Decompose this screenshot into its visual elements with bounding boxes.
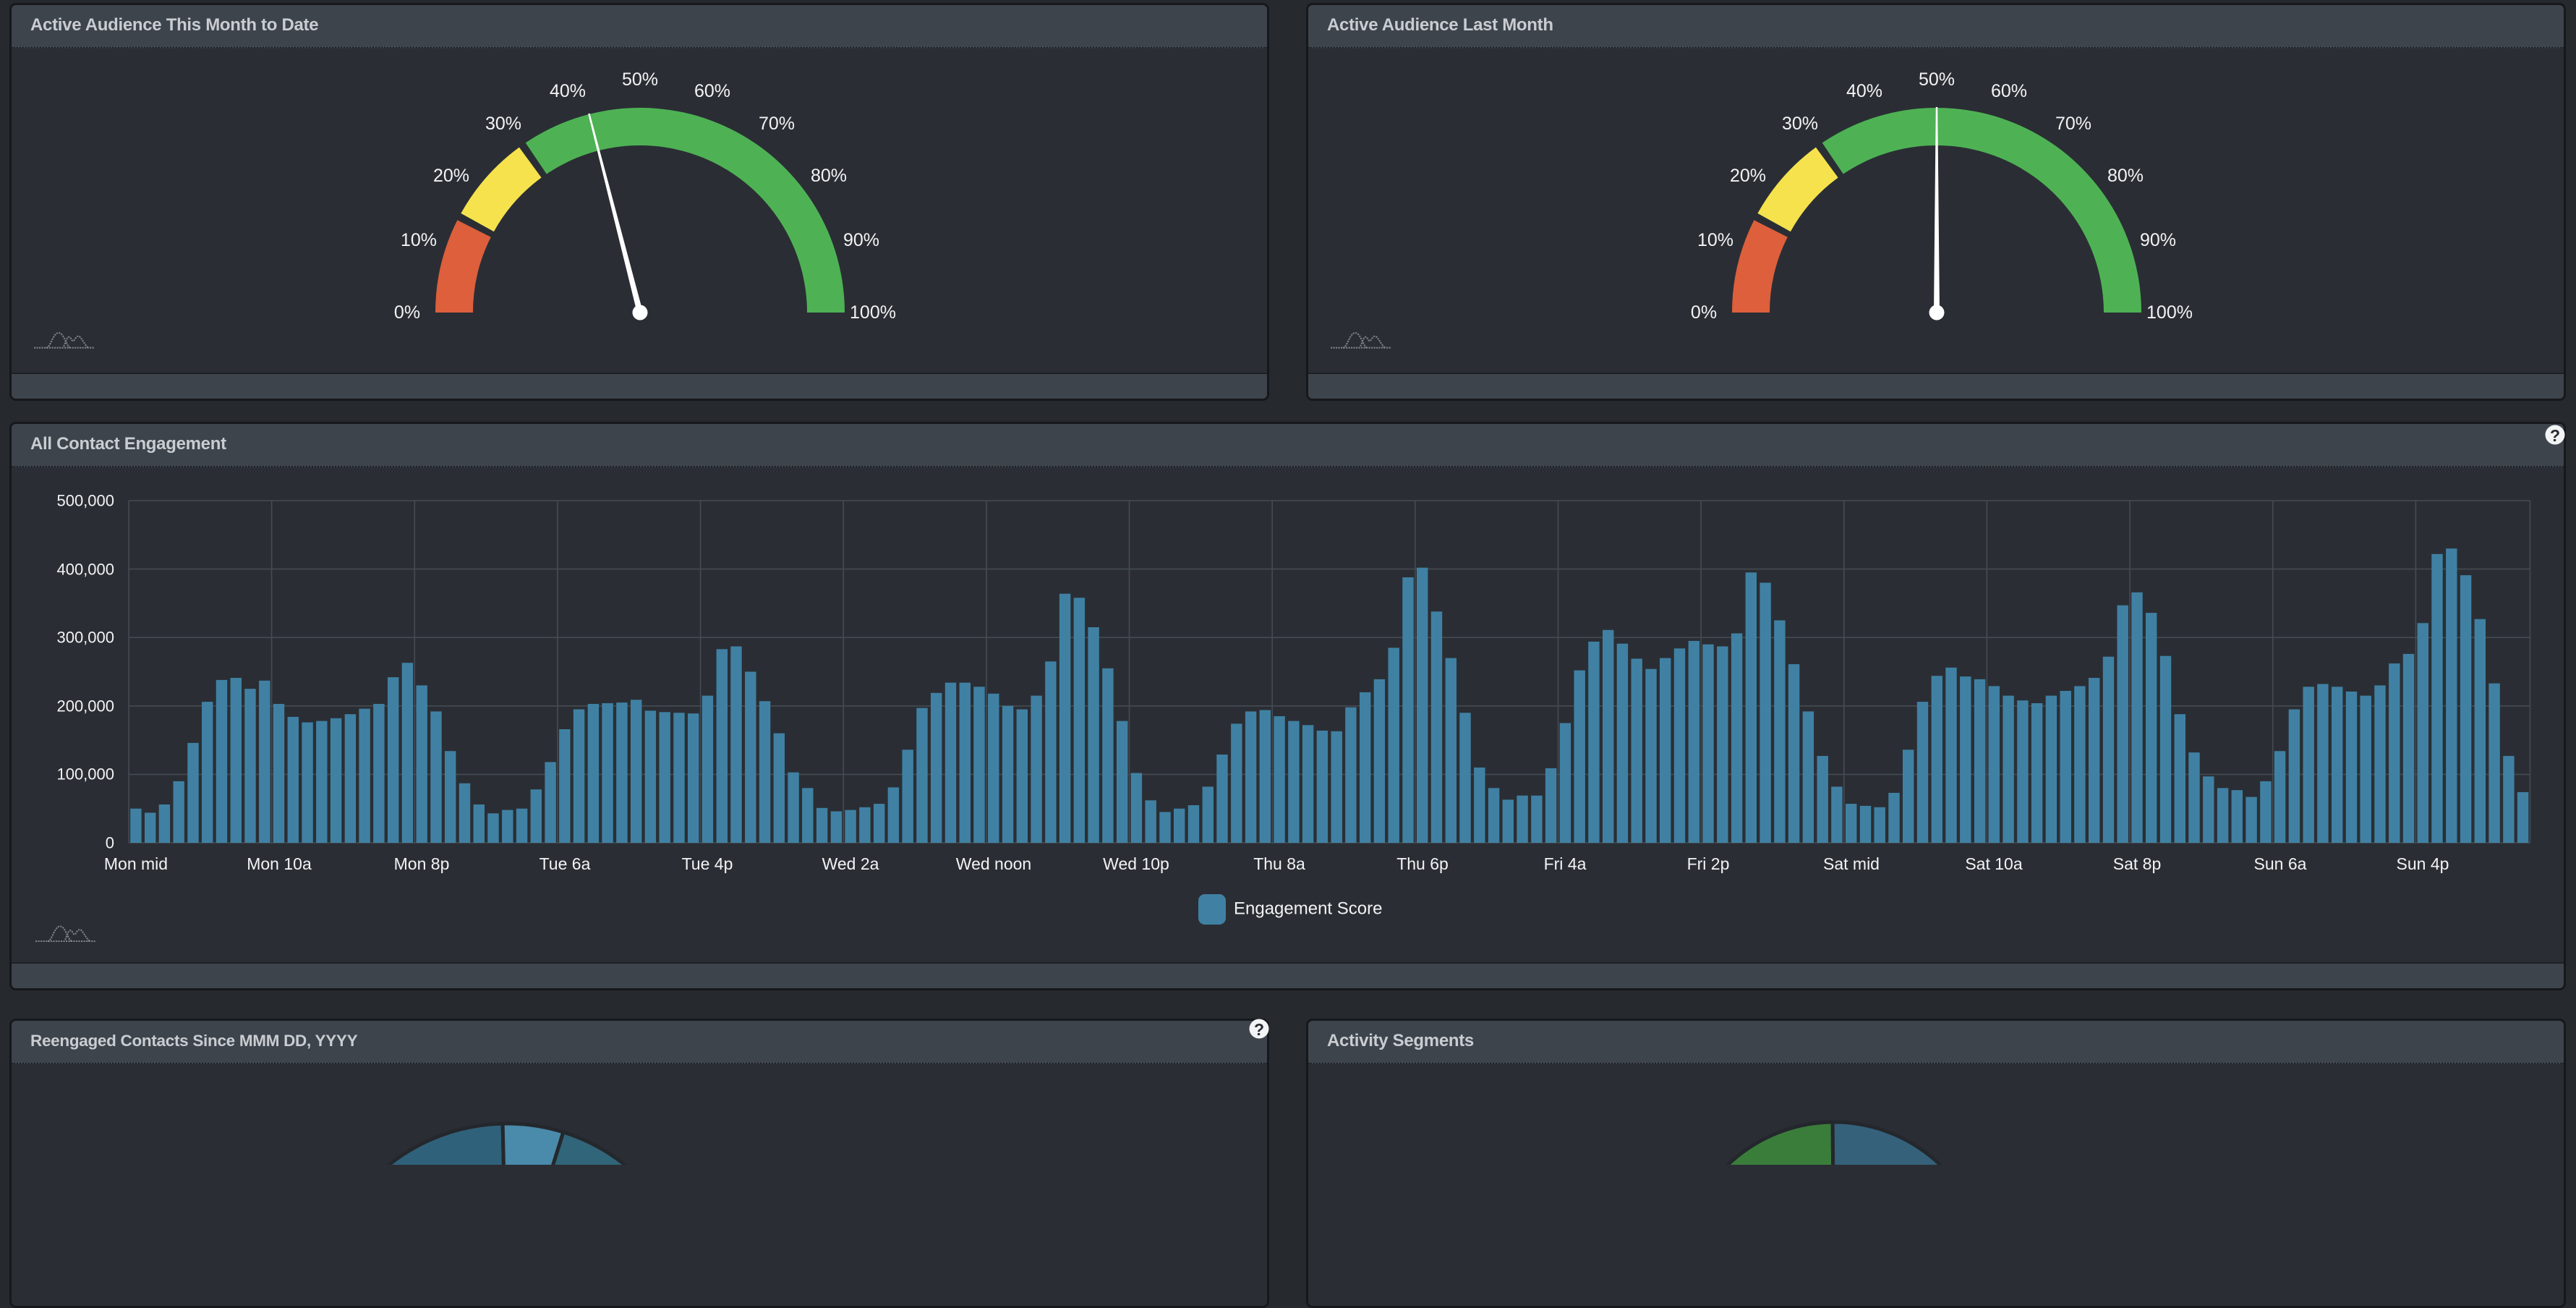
svg-text:70%: 70%: [2055, 114, 2091, 134]
svg-text:50%: 50%: [622, 69, 658, 90]
svg-text:0%: 0%: [394, 302, 420, 323]
svg-text:100%: 100%: [2146, 302, 2193, 323]
svg-text:80%: 80%: [2107, 166, 2144, 186]
svg-text:20%: 20%: [433, 166, 469, 186]
svg-text:500,000: 500,000: [56, 492, 114, 510]
svg-text:400,000: 400,000: [56, 561, 114, 579]
svg-text:60%: 60%: [1991, 81, 2027, 101]
svg-text:Wed noon: Wed noon: [956, 854, 1031, 873]
svg-text:Wed 10p: Wed 10p: [1103, 854, 1169, 873]
svg-text:300,000: 300,000: [56, 629, 114, 647]
svg-text:?: ?: [1254, 1020, 1264, 1039]
svg-text:100,000: 100,000: [56, 765, 114, 783]
svg-text:10%: 10%: [401, 230, 437, 250]
svg-text:200,000: 200,000: [56, 697, 114, 715]
svg-text:80%: 80%: [811, 166, 847, 186]
svg-text:Tue 4p: Tue 4p: [682, 854, 733, 873]
svg-text:Sat 8p: Sat 8p: [2113, 854, 2162, 873]
svg-text:Tue 6a: Tue 6a: [539, 854, 591, 873]
svg-text:Mon 10a: Mon 10a: [247, 854, 312, 873]
svg-text:70%: 70%: [759, 114, 795, 134]
svg-text:0%: 0%: [1691, 302, 1717, 323]
svg-text:90%: 90%: [843, 230, 879, 250]
svg-text:Thu 8a: Thu 8a: [1253, 854, 1305, 873]
svg-text:Sat 10a: Sat 10a: [1965, 854, 2022, 873]
svg-text:90%: 90%: [2140, 230, 2176, 250]
svg-text:100%: 100%: [850, 302, 896, 323]
svg-text:30%: 30%: [485, 114, 521, 134]
svg-text:Thu 6p: Thu 6p: [1396, 854, 1449, 873]
svg-text:20%: 20%: [1730, 166, 1766, 186]
svg-text:Wed 2a: Wed 2a: [822, 854, 879, 873]
svg-text:Mon 8p: Mon 8p: [394, 854, 450, 873]
svg-text:40%: 40%: [1846, 81, 1882, 101]
svg-text:?: ?: [2550, 426, 2560, 445]
svg-text:Mon mid: Mon mid: [104, 854, 168, 873]
svg-text:50%: 50%: [1919, 69, 1955, 90]
svg-text:Sun 6a: Sun 6a: [2254, 854, 2307, 873]
svg-text:Sun 4p: Sun 4p: [2397, 854, 2449, 873]
svg-text:Sat mid: Sat mid: [1823, 854, 1880, 873]
svg-text:40%: 40%: [550, 81, 586, 101]
svg-text:Engagement Score: Engagement Score: [1234, 899, 1382, 919]
svg-text:0: 0: [106, 834, 114, 852]
svg-text:10%: 10%: [1697, 230, 1733, 250]
svg-text:Fri 4a: Fri 4a: [1544, 854, 1587, 873]
svg-text:Fri 2p: Fri 2p: [1687, 854, 1730, 873]
svg-text:60%: 60%: [694, 81, 730, 101]
svg-text:30%: 30%: [1782, 114, 1818, 134]
